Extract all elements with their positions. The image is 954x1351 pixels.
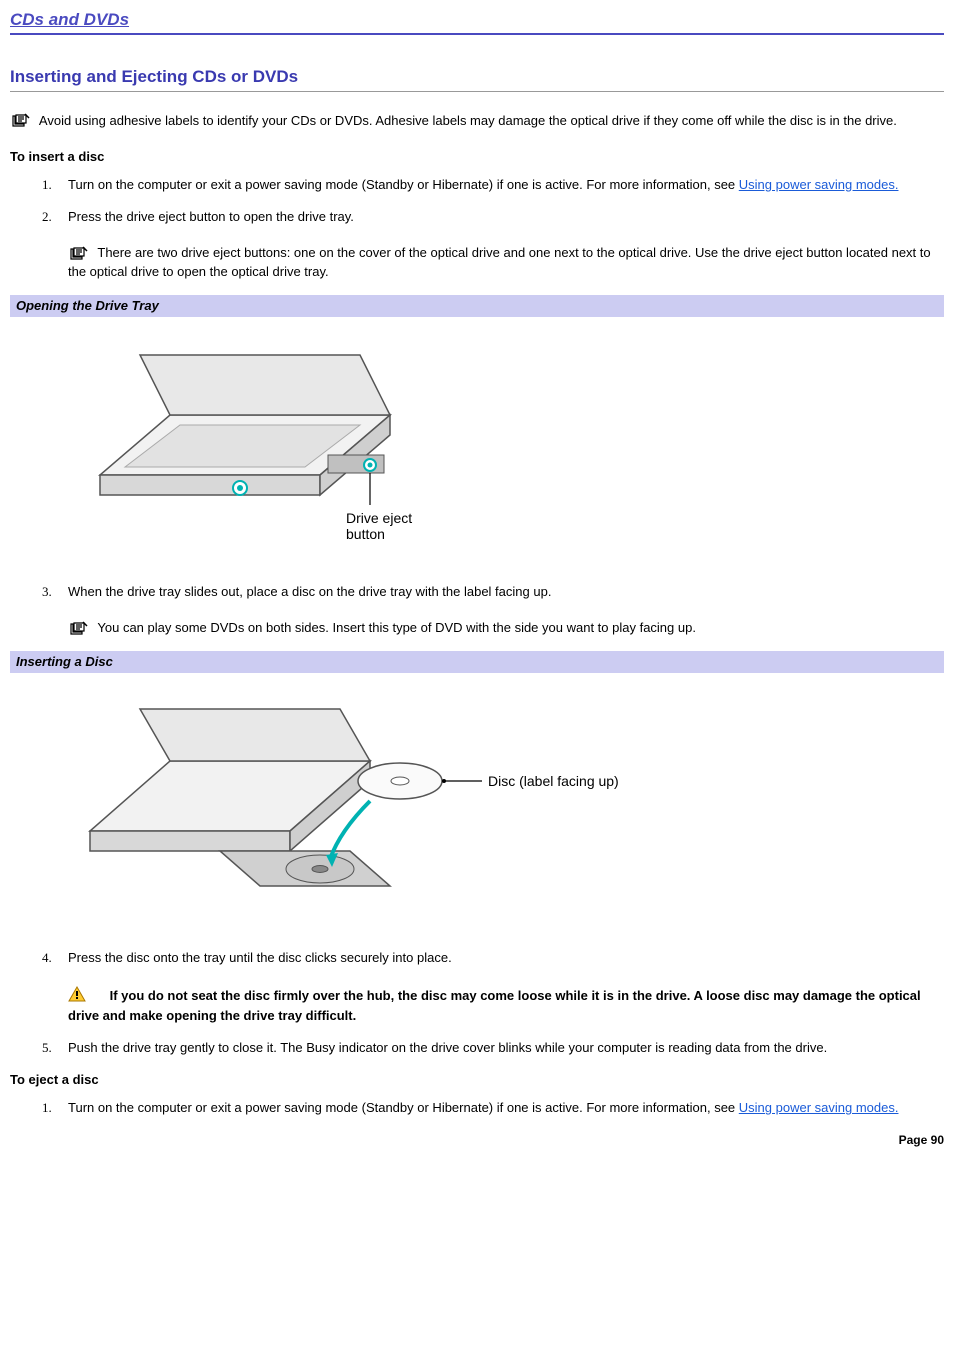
page-number: Page 90: [10, 1132, 944, 1149]
page-title: CDs and DVDs: [10, 8, 944, 35]
insert-steps-cont2: 4. Press the disc onto the tray until th…: [10, 949, 944, 1057]
fig1-label-line2: button: [346, 526, 385, 542]
eject-heading: To eject a disc: [10, 1071, 944, 1089]
step-2-text: Press the drive eject button to open the…: [68, 209, 354, 224]
step-1: 1. Turn on the computer or exit a power …: [10, 176, 944, 194]
step-4: 4. Press the disc onto the tray until th…: [10, 949, 944, 1025]
step-4-warning-text: If you do not seat the disc firmly over …: [68, 988, 921, 1023]
step-number: 3.: [42, 583, 52, 601]
note-icon: [10, 113, 32, 129]
figure-1-caption: Opening the Drive Tray: [10, 295, 944, 317]
fig1-label-line1: Drive eject: [346, 510, 412, 526]
step-3-text: When the drive tray slides out, place a …: [68, 584, 551, 599]
section-heading: Inserting and Ejecting CDs or DVDs: [10, 65, 944, 92]
eject-step-1: 1. Turn on the computer or exit a power …: [10, 1099, 944, 1117]
step-3-note: You can play some DVDs on both sides. In…: [68, 619, 944, 637]
step-3-note-text: You can play some DVDs on both sides. In…: [97, 620, 696, 635]
fig2-label: Disc (label facing up): [488, 773, 619, 789]
step-4-warning: If you do not seat the disc firmly over …: [68, 986, 944, 1025]
step-2-note: There are two drive eject buttons: one o…: [68, 244, 944, 280]
step-number: 1.: [42, 176, 52, 194]
step-4-text: Press the disc onto the tray until the d…: [68, 950, 452, 965]
insert-steps-cont: 3. When the drive tray slides out, place…: [10, 583, 944, 637]
figure-2: Disc (label facing up): [70, 701, 944, 921]
step-3: 3. When the drive tray slides out, place…: [10, 583, 944, 637]
step-5: 5. Push the drive tray gently to close i…: [10, 1039, 944, 1057]
note-icon: [68, 621, 90, 637]
step-number: 5.: [42, 1039, 52, 1057]
insert-steps: 1. Turn on the computer or exit a power …: [10, 176, 944, 281]
link-power-modes-2[interactable]: Using power saving modes.: [739, 1100, 899, 1115]
step-2: 2. Press the drive eject button to open …: [10, 208, 944, 281]
warning-icon: [68, 986, 86, 1007]
eject-steps: 1. Turn on the computer or exit a power …: [10, 1099, 944, 1117]
step-number: 4.: [42, 949, 52, 967]
step-number: 2.: [42, 208, 52, 226]
note-icon: [68, 246, 90, 262]
step-number: 1.: [42, 1099, 52, 1117]
step-1-text-pre: Turn on the computer or exit a power sav…: [68, 177, 739, 192]
figure-2-caption: Inserting a Disc: [10, 651, 944, 673]
intro-note-text: Avoid using adhesive labels to identify …: [39, 113, 897, 128]
figure-1: Drive eject button: [70, 345, 944, 555]
step-2-note-text: There are two drive eject buttons: one o…: [68, 245, 931, 278]
intro-note: Avoid using adhesive labels to identify …: [10, 112, 944, 130]
insert-heading: To insert a disc: [10, 148, 944, 166]
eject-step-1-pre: Turn on the computer or exit a power sav…: [68, 1100, 739, 1115]
step-5-text: Push the drive tray gently to close it. …: [68, 1040, 827, 1055]
link-power-modes[interactable]: Using power saving modes.: [739, 177, 899, 192]
